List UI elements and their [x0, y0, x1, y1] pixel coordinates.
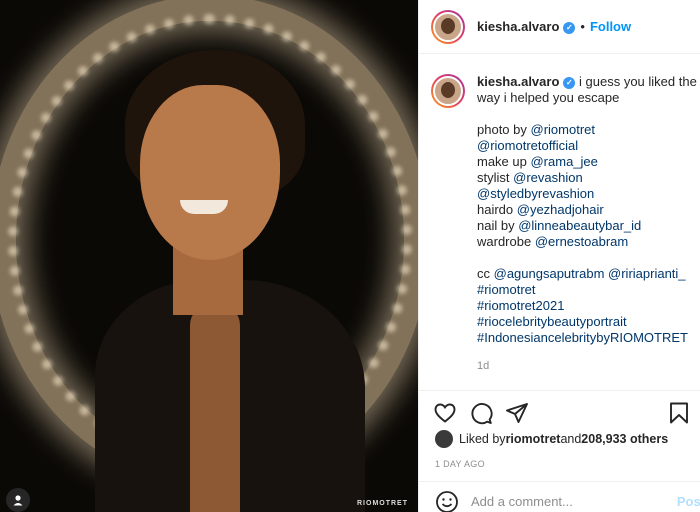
cc-line: cc @agungsaputrabm @ririaprianti_: [477, 266, 686, 281]
credit-line: photo by @riomotret: [477, 122, 596, 137]
smile: [180, 200, 228, 214]
header-separator: •: [580, 19, 585, 34]
hashtag-link[interactable]: #riomotret2021: [477, 298, 564, 313]
caption-age[interactable]: 1d: [477, 358, 700, 374]
emoji-icon[interactable]: [435, 490, 459, 512]
caption-avatar[interactable]: [431, 74, 465, 108]
follow-button[interactable]: Follow: [590, 19, 631, 34]
mention-link[interactable]: @agungsaputrabm: [494, 266, 605, 281]
mention-link[interactable]: @styledbyrevashion: [477, 186, 594, 201]
hashtag-link[interactable]: #IndonesiancelebritybyRIOMOTRET: [477, 330, 688, 345]
likes-summary: Liked by riomotret and 208,933 others: [435, 430, 668, 448]
post-comment-button[interactable]: Post: [677, 494, 700, 509]
mention-link[interactable]: @revashion: [513, 170, 583, 185]
share-icon[interactable]: [505, 401, 529, 425]
credit-line: @riomotretofficial: [477, 138, 700, 154]
credit-line: @styledbyrevashion: [477, 186, 700, 202]
mention-link[interactable]: @yezhadjohair: [517, 202, 604, 217]
credit-line: make up @rama_jee: [477, 154, 598, 169]
credit-line: wardrobe @ernestoabram: [477, 234, 629, 249]
post-panel: kiesha.alvaro ✓ • Follow kiesha.alvaro ✓ i…: [418, 0, 700, 512]
chest: [190, 305, 240, 512]
post-photo[interactable]: RIOMOTRET: [0, 0, 418, 512]
post-date[interactable]: 1 DAY AGO: [435, 459, 485, 469]
credit-line: nail by @linneabeautybar_id: [477, 218, 642, 233]
caption: kiesha.alvaro ✓ i guess you liked the way…: [431, 74, 700, 374]
header-avatar[interactable]: [431, 9, 465, 44]
mention-link[interactable]: @riomotretofficial: [477, 138, 578, 153]
caption-username[interactable]: kiesha.alvaro ✓: [477, 74, 576, 89]
portrait-figure: [95, 50, 365, 512]
comment-icon[interactable]: [469, 401, 493, 425]
post-header: kiesha.alvaro ✓ • Follow: [419, 0, 700, 54]
verified-icon: ✓: [563, 76, 576, 89]
credit-line: stylist @revashion: [477, 170, 583, 185]
caption-credits: photo by @riomotret @riomotretofficial m…: [477, 122, 700, 346]
mention-link[interactable]: @linneabeautybar_id: [518, 218, 641, 233]
hashtag-link[interactable]: #riomotret: [477, 282, 536, 297]
liker-avatar[interactable]: [435, 430, 453, 448]
heart-icon[interactable]: [433, 401, 457, 425]
mention-link[interactable]: @rama_jee: [530, 154, 597, 169]
header-username[interactable]: kiesha.alvaro ✓: [477, 19, 576, 34]
comment-bar: Post: [419, 481, 700, 512]
tagged-users-icon[interactable]: [6, 488, 30, 512]
hashtag-link[interactable]: #riocelebritybeautyportrait: [477, 314, 627, 329]
verified-icon: ✓: [563, 21, 576, 34]
liker-username[interactable]: riomotret: [506, 432, 561, 446]
mention-link[interactable]: @ririaprianti_: [608, 266, 686, 281]
bookmark-icon[interactable]: [667, 401, 691, 425]
mention-link[interactable]: @riomotret: [531, 122, 596, 137]
credit-line: hairdo @yezhadjohair: [477, 202, 604, 217]
photo-watermark: RIOMOTRET: [357, 500, 408, 507]
action-bar: [419, 390, 700, 435]
mention-link[interactable]: @ernestoabram: [535, 234, 628, 249]
likes-count[interactable]: 208,933 others: [581, 432, 668, 446]
face: [140, 85, 280, 260]
comment-input[interactable]: [471, 494, 661, 509]
